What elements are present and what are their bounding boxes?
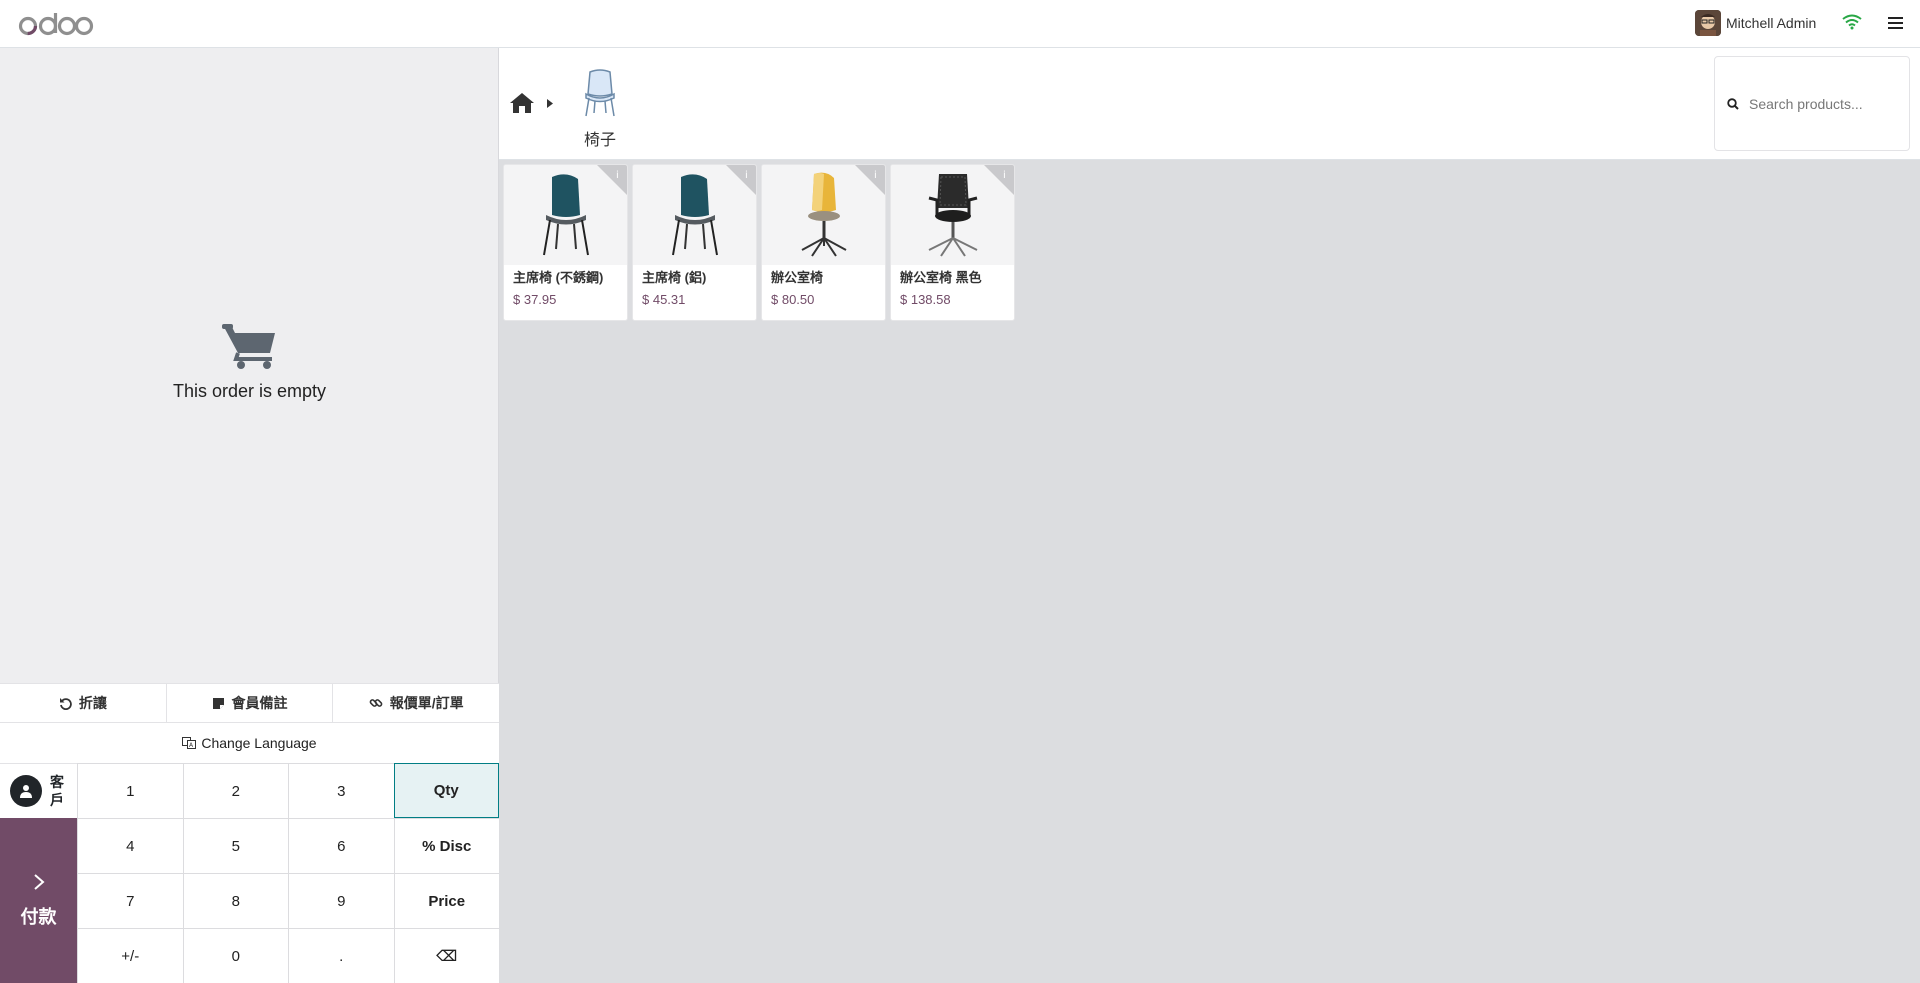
product-list: i 主席椅 (不銹鋼) $ 37.95 i 主席椅 (鋁) $ 45.31 i … [503, 164, 1015, 321]
product-name: 主席椅 (不銹鋼) [513, 270, 604, 285]
svg-text:i: i [874, 170, 877, 181]
wifi-icon[interactable] [1842, 14, 1862, 30]
refund-label: 折讓 [78, 695, 107, 711]
user-name: Mitchell Admin [1726, 15, 1817, 31]
customer-note-label: 會員備註 [231, 695, 288, 711]
category-chairs[interactable]: 椅子 [577, 68, 623, 150]
numpad-keys: 1 2 3 Qty 4 5 6 % Disc 7 8 9 Price +/- 0… [77, 763, 499, 983]
hamburger-menu-icon[interactable] [1888, 16, 1903, 30]
svg-text:i: i [745, 170, 748, 181]
product-card[interactable]: i 辦公室椅 $ 80.50 [761, 164, 886, 321]
product-search[interactable] [1714, 56, 1910, 151]
product-name: 辦公室椅 [771, 270, 824, 285]
cart-icon [221, 324, 275, 369]
change-language-label: Change Language [201, 735, 317, 751]
key-8[interactable]: 8 [182, 873, 288, 928]
product-name: 辦公室椅 黑色 [900, 270, 982, 285]
payment-label: 付款 [20, 906, 57, 927]
product-card[interactable]: i 主席椅 (鋁) $ 45.31 [632, 164, 757, 321]
user-icon [10, 775, 42, 807]
product-price: $ 37.95 [513, 292, 557, 307]
undo-icon [59, 697, 72, 710]
key-0[interactable]: 0 [182, 928, 288, 983]
customer-button[interactable]: 客戶 [0, 763, 77, 818]
product-card[interactable]: i 辦公室椅 黑色 $ 138.58 [890, 164, 1015, 321]
category-bar: 椅子 [499, 48, 1920, 160]
key-3[interactable]: 3 [288, 763, 394, 818]
link-icon [369, 699, 383, 707]
product-price: $ 45.31 [642, 292, 686, 307]
payment-button[interactable]: 付款 [0, 818, 77, 983]
product-info-icon[interactable]: i [726, 165, 756, 195]
teal-chair-icon [671, 174, 718, 256]
backspace-key[interactable]: ⌫ [393, 928, 499, 983]
sign-toggle-key[interactable]: +/- [77, 928, 183, 983]
home-icon[interactable] [509, 92, 535, 114]
yellow-office-chair-icon [801, 172, 846, 257]
customer-label: 客戶 [50, 774, 64, 808]
product-info-icon[interactable]: i [855, 165, 885, 195]
product-price: $ 138.58 [900, 292, 951, 307]
decimal-key[interactable]: . [288, 928, 394, 983]
search-input[interactable] [1749, 95, 1899, 112]
order-pane: This order is empty 折讓 會員備註 報價單/訂單 A Cha… [0, 48, 500, 983]
qty-mode-button[interactable]: Qty [393, 763, 499, 818]
search-icon [1727, 97, 1739, 110]
key-7[interactable]: 7 [77, 873, 183, 928]
key-9[interactable]: 9 [288, 873, 394, 928]
key-1[interactable]: 1 [77, 763, 183, 818]
product-info-icon[interactable]: i [984, 165, 1014, 195]
teal-chair-icon [542, 174, 589, 256]
product-card[interactable]: i 主席椅 (不銹鋼) $ 37.95 [503, 164, 628, 321]
key-5[interactable]: 5 [182, 818, 288, 873]
discount-mode-button[interactable]: % Disc [393, 818, 499, 873]
user-avatar [1695, 10, 1721, 36]
customer-note-button[interactable]: 會員備註 [166, 684, 334, 722]
price-mode-button[interactable]: Price [393, 873, 499, 928]
change-language-button[interactable]: A Change Language [0, 722, 499, 763]
top-navbar: Mitchell Admin [0, 0, 1920, 48]
product-price: $ 80.50 [771, 292, 815, 307]
product-info-icon[interactable]: i [597, 165, 627, 195]
caret-right-icon [547, 99, 553, 108]
control-buttons: 折讓 會員備註 報價單/訂單 A Change Language [0, 683, 500, 763]
empty-order-text: This order is empty [172, 381, 327, 401]
category-label: 椅子 [583, 132, 616, 149]
black-office-chair-icon [928, 174, 977, 257]
product-name: 主席椅 (鋁) [642, 270, 707, 285]
svg-text:i: i [1003, 170, 1006, 181]
products-pane: 椅子 i [499, 48, 1920, 983]
language-icon: A [182, 737, 197, 749]
chair-icon [585, 69, 615, 117]
refund-button[interactable]: 折讓 [0, 684, 167, 722]
key-2[interactable]: 2 [182, 763, 288, 818]
quotation-order-label: 報價單/訂單 [389, 695, 464, 711]
key-6[interactable]: 6 [288, 818, 394, 873]
note-icon [212, 697, 224, 709]
numpad-area: 客戶 付款 1 2 3 Qty 4 5 6 % Disc 7 8 9 Price… [0, 763, 499, 983]
key-4[interactable]: 4 [77, 818, 183, 873]
empty-order: This order is empty [0, 323, 499, 402]
svg-text:i: i [616, 170, 619, 181]
chevron-right-icon [33, 873, 45, 890]
user-menu[interactable]: Mitchell Admin [1695, 10, 1816, 36]
quotation-order-button[interactable]: 報價單/訂單 [333, 684, 500, 722]
odoo-logo[interactable] [18, 11, 94, 37]
